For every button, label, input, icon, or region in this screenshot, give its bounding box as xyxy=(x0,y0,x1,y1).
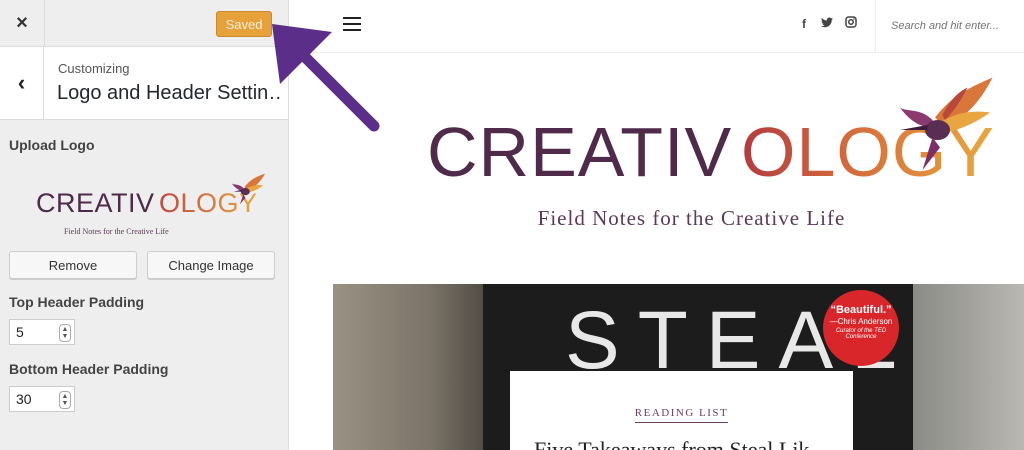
post-title[interactable]: Five Takeaways from Steal Lik xyxy=(534,437,809,450)
badge-subtitle: Curator of the TED Conference xyxy=(835,328,887,340)
section-header: ‹ Customizing Logo and Header Settin… xyxy=(0,47,288,120)
logo-thumbnail-word-1: CREATIV xyxy=(36,188,155,218)
section-title: Logo and Header Settin… xyxy=(57,82,281,104)
saved-button[interactable]: Saved xyxy=(216,11,272,37)
search-area xyxy=(875,0,1024,52)
customizer-panel: × Saved ‹ Customizing Logo and Header Se… xyxy=(0,0,289,450)
top-header-padding-label: Top Header Padding xyxy=(9,294,145,310)
customizer-topbar: × Saved xyxy=(0,0,288,47)
site-tagline: Field Notes for the Creative Life xyxy=(537,206,846,230)
post-category-label[interactable]: READING LIST xyxy=(634,407,729,423)
badge-author: —Chris Anderson xyxy=(829,317,893,326)
instagram-icon[interactable] xyxy=(845,16,857,28)
top-padding-value: 5 xyxy=(16,324,24,340)
bottom-header-padding-label: Bottom Header Padding xyxy=(9,361,169,377)
change-image-button[interactable]: Change Image xyxy=(147,251,275,279)
upload-logo-label: Upload Logo xyxy=(9,137,95,153)
bottom-padding-value: 30 xyxy=(16,391,32,407)
image-blur-right xyxy=(913,284,1024,450)
stepper-icon[interactable]: ▲ ▼ xyxy=(59,324,71,342)
post-category[interactable]: READING LIST xyxy=(510,407,853,423)
site-header: f xyxy=(289,0,1024,53)
facebook-icon[interactable]: f xyxy=(802,17,806,31)
customizing-label: Customizing xyxy=(58,61,130,76)
back-chevron-icon[interactable]: ‹ xyxy=(0,47,44,119)
search-input[interactable] xyxy=(891,20,1021,32)
site-preview: f CREATIV OLOGY xyxy=(289,0,1024,450)
site-logo: CREATIV OLOGY xyxy=(427,77,994,191)
stepper-icon[interactable]: ▲ ▼ xyxy=(59,391,71,409)
top-header-padding-input[interactable]: 5 ▲ ▼ xyxy=(9,319,75,345)
image-blur-left xyxy=(333,284,493,450)
logo-thumbnail: CREATIV OLOGY Field Notes for the Creati… xyxy=(36,173,266,236)
twitter-icon[interactable] xyxy=(821,17,833,28)
site-logo-word-1: CREATIV xyxy=(427,113,732,191)
logo-thumbnail-tagline: Field Notes for the Creative Life xyxy=(64,227,169,236)
remove-button[interactable]: Remove xyxy=(9,251,137,279)
quote-badge: “Beautiful.” —Chris Anderson Curator of … xyxy=(823,290,899,366)
badge-quote: “Beautiful.” xyxy=(830,304,892,316)
post-card[interactable]: READING LIST Five Takeaways from Steal L… xyxy=(510,371,853,450)
close-icon[interactable]: × xyxy=(0,0,45,46)
bottom-header-padding-input[interactable]: 30 ▲ ▼ xyxy=(9,386,75,412)
annotation-arrow-icon xyxy=(272,24,380,132)
